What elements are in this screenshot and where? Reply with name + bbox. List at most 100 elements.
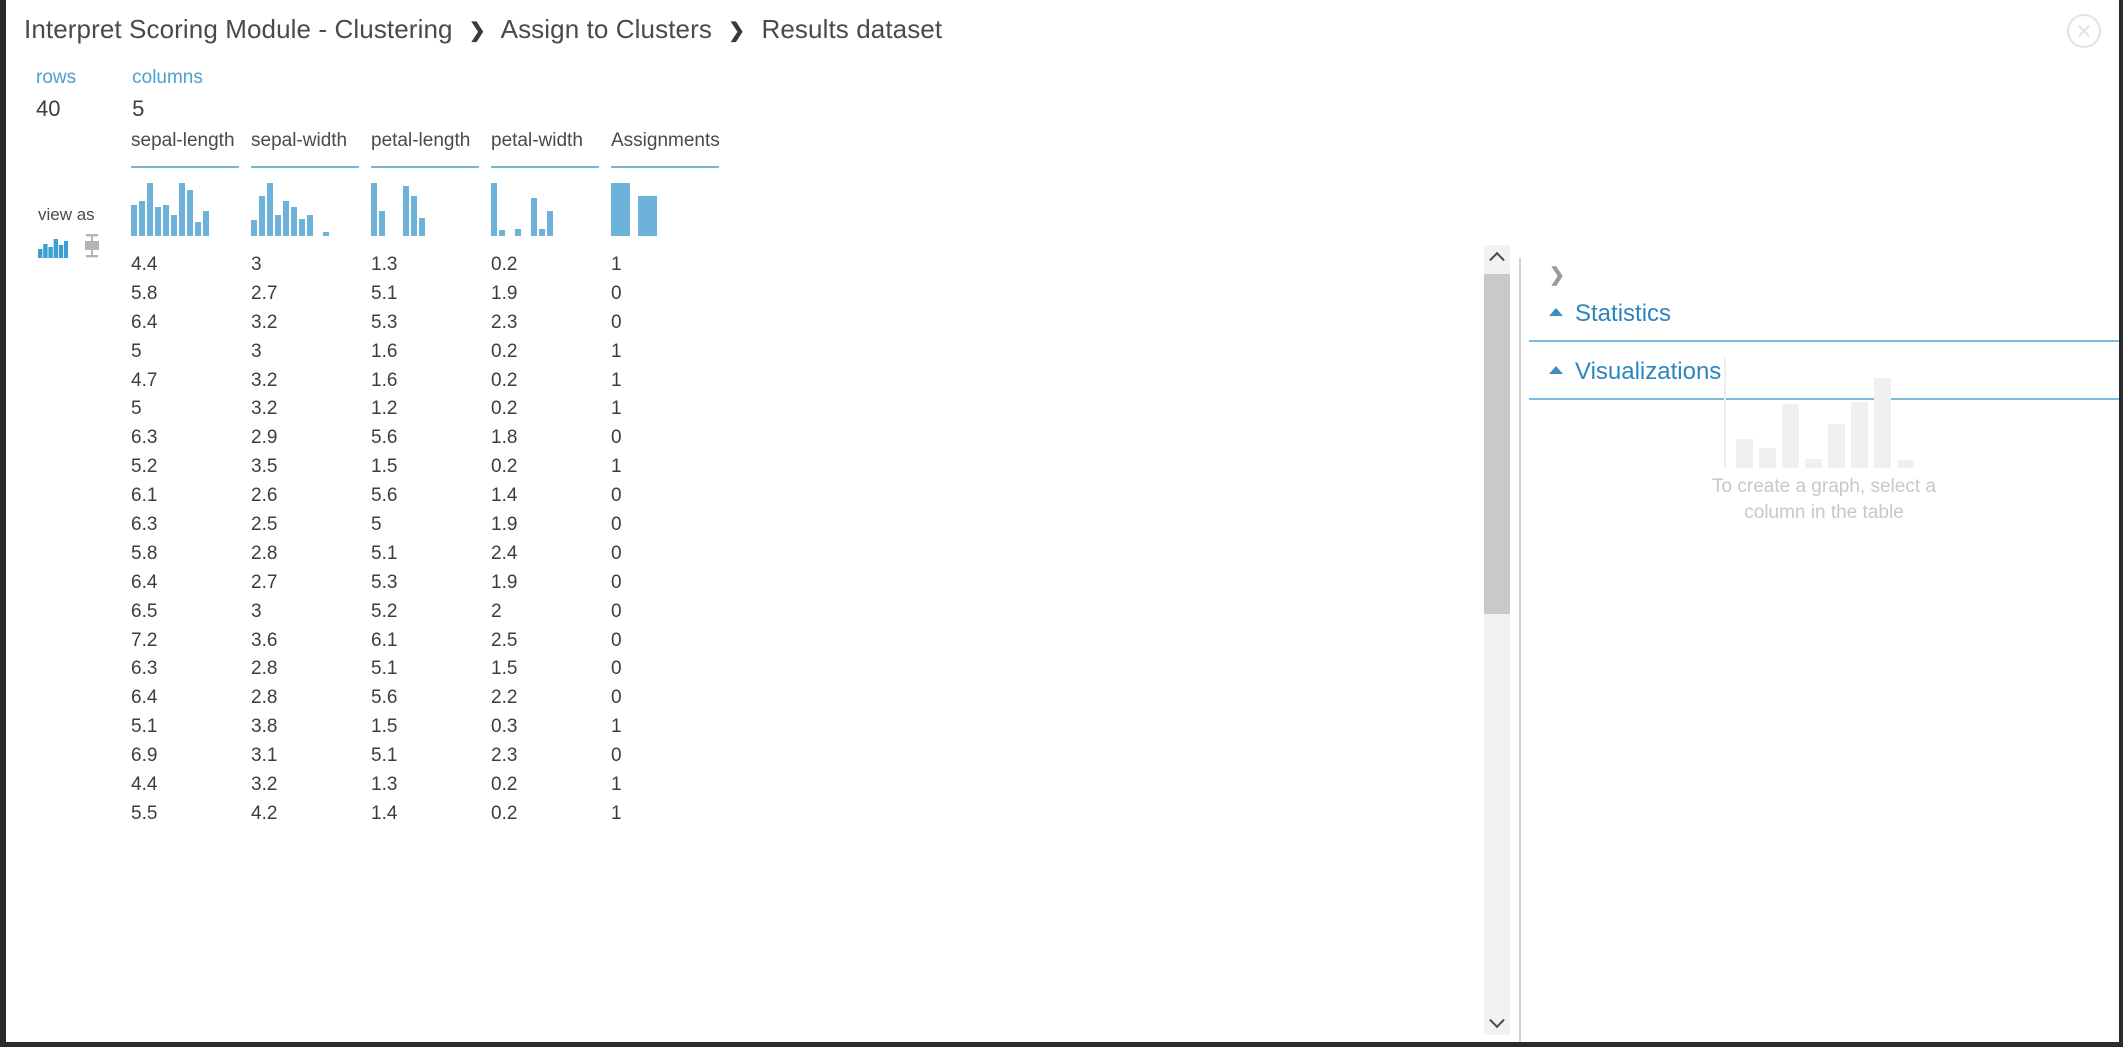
- table-cell[interactable]: 3: [251, 601, 359, 623]
- table-cell[interactable]: 0: [611, 601, 719, 623]
- table-cell[interactable]: 0: [611, 312, 719, 334]
- table-cell[interactable]: 0: [611, 543, 719, 565]
- table-cell[interactable]: 5: [131, 398, 239, 420]
- table-cell[interactable]: 1.9: [491, 572, 599, 594]
- table-cell[interactable]: 5.6: [371, 485, 479, 507]
- table-cell[interactable]: 0: [611, 658, 719, 680]
- table-cell[interactable]: 2.7: [251, 283, 359, 305]
- table-row[interactable]: 6.3 2.8 5.1 1.5 0: [131, 658, 1456, 687]
- table-cell[interactable]: 7.2: [131, 630, 239, 652]
- table-cell[interactable]: 1.4: [371, 803, 479, 825]
- column-histogram-sepal-width[interactable]: [251, 174, 359, 236]
- table-cell[interactable]: 0.2: [491, 370, 599, 392]
- column-histogram-assignments[interactable]: [611, 174, 719, 236]
- table-row[interactable]: 5.8 2.7 5.1 1.9 0: [131, 283, 1456, 312]
- table-cell[interactable]: 5.1: [371, 543, 479, 565]
- table-cell[interactable]: 2.8: [251, 687, 359, 709]
- table-cell[interactable]: 2: [491, 601, 599, 623]
- table-cell[interactable]: 2.7: [251, 572, 359, 594]
- table-row[interactable]: 6.5 3 5.2 2 0: [131, 601, 1456, 630]
- table-cell[interactable]: 1.5: [491, 658, 599, 680]
- table-cell[interactable]: 2.5: [491, 630, 599, 652]
- table-cell[interactable]: 1: [611, 341, 719, 363]
- table-cell[interactable]: 3: [251, 254, 359, 276]
- table-cell[interactable]: 5.8: [131, 283, 239, 305]
- table-row[interactable]: 5.5 4.2 1.4 0.2 1: [131, 803, 1456, 832]
- breadcrumb-item-1[interactable]: Assign to Clusters: [501, 14, 712, 44]
- table-cell[interactable]: 0.2: [491, 398, 599, 420]
- table-cell[interactable]: 4.4: [131, 254, 239, 276]
- table-row[interactable]: 6.1 2.6 5.6 1.4 0: [131, 485, 1456, 514]
- table-cell[interactable]: 0: [611, 687, 719, 709]
- table-cell[interactable]: 3.1: [251, 745, 359, 767]
- table-cell[interactable]: 1.8: [491, 427, 599, 449]
- table-cell[interactable]: 0: [611, 745, 719, 767]
- table-cell[interactable]: 2.8: [251, 658, 359, 680]
- chevron-up-icon[interactable]: [1484, 245, 1510, 271]
- column-histogram-petal-length[interactable]: [371, 174, 479, 236]
- table-cell[interactable]: 5: [131, 341, 239, 363]
- table-cell[interactable]: 0: [611, 572, 719, 594]
- table-row[interactable]: 6.4 2.7 5.3 1.9 0: [131, 572, 1456, 601]
- table-cell[interactable]: 6.3: [131, 427, 239, 449]
- table-cell[interactable]: 2.4: [491, 543, 599, 565]
- table-cell[interactable]: 3.2: [251, 312, 359, 334]
- table-row[interactable]: 5.8 2.8 5.1 2.4 0: [131, 543, 1456, 572]
- table-cell[interactable]: 6.9: [131, 745, 239, 767]
- table-cell[interactable]: 6.4: [131, 312, 239, 334]
- table-cell[interactable]: 1.5: [371, 456, 479, 478]
- table-cell[interactable]: 2.6: [251, 485, 359, 507]
- table-cell[interactable]: 2.8: [251, 543, 359, 565]
- table-cell[interactable]: 0.2: [491, 341, 599, 363]
- table-cell[interactable]: 5.2: [371, 601, 479, 623]
- breadcrumb-item-2[interactable]: Results dataset: [761, 14, 942, 44]
- table-cell[interactable]: 1.6: [371, 370, 479, 392]
- table-cell[interactable]: 0.2: [491, 254, 599, 276]
- table-cell[interactable]: 1.6: [371, 341, 479, 363]
- table-cell[interactable]: 0: [611, 283, 719, 305]
- table-cell[interactable]: 0: [611, 630, 719, 652]
- table-cell[interactable]: 1.3: [371, 254, 479, 276]
- table-cell[interactable]: 3.5: [251, 456, 359, 478]
- table-cell[interactable]: 4.4: [131, 774, 239, 796]
- table-cell[interactable]: 6.4: [131, 687, 239, 709]
- table-cell[interactable]: 5.8: [131, 543, 239, 565]
- table-cell[interactable]: 1.4: [491, 485, 599, 507]
- boxplot-icon[interactable]: [85, 234, 99, 258]
- table-cell[interactable]: 5.3: [371, 572, 479, 594]
- table-row[interactable]: 6.3 2.5 5 1.9 0: [131, 514, 1456, 543]
- table-cell[interactable]: 1.2: [371, 398, 479, 420]
- table-cell[interactable]: 2.3: [491, 745, 599, 767]
- column-header-assignments[interactable]: Assignments: [611, 130, 720, 152]
- table-cell[interactable]: 1: [611, 803, 719, 825]
- table-cell[interactable]: 5.1: [371, 658, 479, 680]
- table-row[interactable]: 5 3.2 1.2 0.2 1: [131, 398, 1456, 427]
- table-cell[interactable]: 5.5: [131, 803, 239, 825]
- breadcrumb-item-0[interactable]: Interpret Scoring Module - Clustering: [24, 14, 453, 44]
- table-row[interactable]: 4.4 3.2 1.3 0.2 1: [131, 774, 1456, 803]
- table-cell[interactable]: 6.1: [131, 485, 239, 507]
- table-cell[interactable]: 0.2: [491, 803, 599, 825]
- table-row[interactable]: 4.7 3.2 1.6 0.2 1: [131, 370, 1456, 399]
- table-cell[interactable]: 1: [611, 716, 719, 738]
- table-cell[interactable]: 5.6: [371, 687, 479, 709]
- table-cell[interactable]: 1.5: [371, 716, 479, 738]
- table-cell[interactable]: 6.3: [131, 514, 239, 536]
- column-header-petal-width[interactable]: petal-width: [491, 130, 599, 152]
- histogram-icon[interactable]: [38, 237, 68, 258]
- table-cell[interactable]: 0: [611, 485, 719, 507]
- table-cell[interactable]: 5.3: [371, 312, 479, 334]
- table-cell[interactable]: 5.1: [371, 745, 479, 767]
- table-cell[interactable]: 1.9: [491, 283, 599, 305]
- column-histogram-petal-width[interactable]: [491, 174, 599, 236]
- column-histogram-sepal-length[interactable]: [131, 174, 239, 236]
- table-row[interactable]: 5 3 1.6 0.2 1: [131, 341, 1456, 370]
- scrollbar-thumb[interactable]: [1484, 274, 1510, 614]
- table-row[interactable]: 6.9 3.1 5.1 2.3 0: [131, 745, 1456, 774]
- table-cell[interactable]: 6.1: [371, 630, 479, 652]
- table-cell[interactable]: 3.2: [251, 398, 359, 420]
- table-cell[interactable]: 5.2: [131, 456, 239, 478]
- table-cell[interactable]: 3.2: [251, 774, 359, 796]
- table-cell[interactable]: 2.3: [491, 312, 599, 334]
- table-cell[interactable]: 1: [611, 398, 719, 420]
